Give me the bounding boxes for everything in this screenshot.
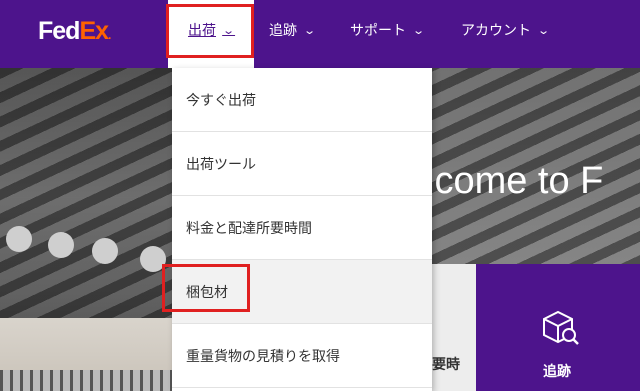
fedex-logo[interactable]: FedEx. [38, 16, 112, 50]
nav-support-label: サポート [350, 23, 406, 39]
menu-item-ship-now-label: 今すぐ出荷 [186, 92, 256, 109]
menu-item-freight-quote[interactable]: 重量貨物の見積りを取得 [172, 324, 432, 388]
top-navigation-bar: FedEx. 出荷 ⌄ 追跡 ⌄ サポート ⌄ アカウント ⌄ [0, 0, 640, 68]
nav-shipping[interactable]: 出荷 ⌄ [188, 18, 236, 42]
hero-headline: lcome to F [426, 160, 604, 202]
chevron-down-icon: ⌄ [303, 23, 317, 37]
package-search-icon [543, 310, 579, 345]
logo-fed: Fed [38, 17, 80, 45]
menu-item-packaging[interactable]: 梱包材 [172, 260, 432, 324]
menu-item-shipping-tools-label: 出荷ツール [186, 156, 256, 173]
menu-item-shipping-tools[interactable]: 出荷ツール [172, 132, 432, 196]
chevron-down-icon: ⌄ [412, 23, 426, 37]
tracking-card-label: 追跡 [543, 364, 571, 380]
nav-support[interactable]: サポート ⌄ [350, 18, 426, 42]
shipping-dropdown-menu: 今すぐ出荷 出荷ツール 料金と配達所要時間 梱包材 重量貨物の見積りを取得 [172, 68, 432, 391]
nav-account-label: アカウント [461, 23, 531, 39]
menu-item-freight-quote-label: 重量貨物の見積りを取得 [186, 348, 340, 365]
delivery-time-card-label: 要時 [432, 357, 460, 373]
nav-account[interactable]: アカウント ⌄ [461, 18, 551, 42]
nav-shipping-label: 出荷 [188, 23, 216, 39]
chevron-down-icon: ⌄ [537, 23, 551, 37]
chevron-down-icon: ⌄ [222, 23, 236, 37]
logo-dot: . [108, 28, 112, 42]
logo-ex: Ex [79, 17, 109, 45]
nav-tracking-label: 追跡 [269, 23, 297, 39]
menu-item-rates-transit-times-label: 料金と配達所要時間 [186, 220, 312, 237]
menu-item-rates-transit-times[interactable]: 料金と配達所要時間 [172, 196, 432, 260]
menu-item-packaging-label: 梱包材 [186, 284, 228, 301]
menu-item-ship-now[interactable]: 今すぐ出荷 [172, 68, 432, 132]
nav-tracking[interactable]: 追跡 ⌄ [269, 18, 317, 42]
